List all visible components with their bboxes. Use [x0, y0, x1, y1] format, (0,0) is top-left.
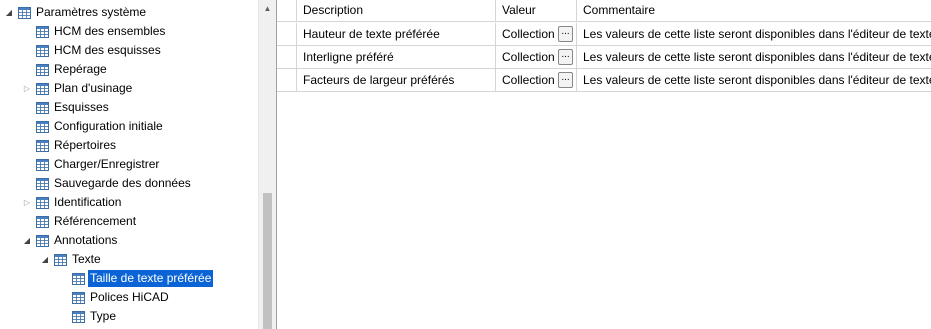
tree-item[interactable]: Référencement	[22, 212, 138, 231]
expanded-triangle-icon[interactable]: ◢	[22, 231, 32, 250]
row-header[interactable]	[277, 46, 297, 68]
tree-item[interactable]: Répertoires	[22, 136, 118, 155]
grid-header: Description Valeur Commentaire	[277, 0, 931, 22]
tree-item-label: Sauvegarde des données	[54, 176, 191, 190]
tree-item-label: Configuration initiale	[54, 119, 163, 133]
column-header-value[interactable]: Valeur	[496, 0, 577, 21]
table-icon	[72, 272, 85, 285]
cell-comment: Les valeurs de cette liste seront dispon…	[583, 73, 931, 87]
table-icon	[36, 44, 49, 57]
table-icon	[72, 310, 85, 323]
table-icon	[36, 234, 49, 247]
tree-item[interactable]: ◢ Annotations	[22, 231, 119, 250]
table-icon	[36, 215, 49, 228]
tree-item[interactable]: HCM des esquisses	[22, 41, 163, 60]
tree-item[interactable]: Taille de texte préférée	[58, 269, 214, 288]
tree-item-label: Plan d'usinage	[54, 81, 133, 95]
tree-item[interactable]: Repérage	[22, 60, 109, 79]
tree-item-label: Polices HiCAD	[90, 290, 169, 304]
table-icon	[36, 139, 49, 152]
collapsed-triangle-icon[interactable]: ▷	[22, 79, 32, 98]
tree-item[interactable]: Esquisses	[22, 98, 111, 117]
table-icon	[72, 291, 85, 304]
tree-item-label: Esquisses	[54, 100, 109, 114]
tree-item[interactable]: ◢ Paramètres système	[4, 3, 148, 22]
header-corner	[277, 0, 297, 21]
cell-comment: Les valeurs de cette liste seront dispon…	[583, 27, 931, 41]
row-header[interactable]	[277, 69, 297, 91]
table-row[interactable]: Facteurs de largeur préférés Collection..…	[277, 69, 931, 92]
table-icon	[36, 196, 49, 209]
tree-item-label: Paramètres système	[36, 5, 147, 19]
settings-tree: ◢ Paramètres système HCM des ensembles HCM …	[0, 0, 258, 329]
column-header-comment[interactable]: Commentaire	[577, 0, 931, 21]
table-icon	[36, 158, 49, 171]
tree-scrollbar[interactable]: ▲	[258, 0, 276, 329]
tree-item-label: Type	[90, 309, 117, 323]
properties-grid: Description Valeur Commentaire Hauteur d…	[276, 0, 931, 329]
collapsed-triangle-icon[interactable]: ▷	[22, 193, 32, 212]
table-icon	[36, 101, 49, 114]
tree-item[interactable]: HCM des ensembles	[22, 22, 167, 41]
cell-value-text: Collection	[502, 27, 555, 41]
cell-value[interactable]: Collection...	[496, 23, 577, 45]
table-icon	[36, 120, 49, 133]
cell-comment: Les valeurs de cette liste seront dispon…	[583, 50, 931, 64]
tree-item-label: Charger/Enregistrer	[54, 157, 160, 171]
scroll-up-arrow-icon[interactable]: ▲	[259, 0, 276, 17]
cell-description: Facteurs de largeur préférés	[297, 69, 496, 91]
table-row[interactable]: Interligne préféré Collection... Les valeu…	[277, 46, 931, 69]
table-icon	[36, 25, 49, 38]
column-header-description[interactable]: Description	[297, 0, 496, 21]
tree-item-label: Identification	[54, 195, 122, 209]
edit-collection-button[interactable]: ...	[558, 72, 573, 88]
tree-item[interactable]: ◢ Texte	[40, 250, 103, 269]
scroll-thumb[interactable]	[263, 193, 272, 329]
tree-item[interactable]: Sauvegarde des données	[22, 174, 193, 193]
expanded-triangle-icon[interactable]: ◢	[4, 3, 14, 22]
cell-value[interactable]: Collection...	[496, 69, 577, 91]
tree-item[interactable]: Type	[58, 307, 118, 326]
cell-value[interactable]: Collection...	[496, 46, 577, 68]
table-icon	[54, 253, 67, 266]
tree-item[interactable]: Configuration initiale	[22, 117, 165, 136]
tree-item-label: HCM des esquisses	[54, 43, 161, 57]
tree-item-label: Taille de texte préférée	[88, 270, 214, 287]
table-icon	[36, 63, 49, 76]
cell-value-text: Collection	[502, 73, 555, 87]
cell-description: Interligne préféré	[297, 46, 496, 68]
table-icon	[18, 6, 31, 19]
table-icon	[36, 82, 49, 95]
tree-item-label: Répertoires	[54, 138, 117, 152]
tree-item[interactable]: ▷ Identification	[22, 193, 123, 212]
tree-item-label: Annotations	[54, 233, 118, 247]
tree-item-label: Texte	[72, 252, 101, 266]
row-header[interactable]	[277, 23, 297, 45]
tree-item[interactable]: Charger/Enregistrer	[22, 155, 161, 174]
tree-item-label: Repérage	[54, 62, 107, 76]
edit-collection-button[interactable]: ...	[558, 26, 573, 42]
table-row[interactable]: Hauteur de texte préférée Collection... Le…	[277, 23, 931, 46]
cell-description: Hauteur de texte préférée	[297, 23, 496, 45]
cell-value-text: Collection	[502, 50, 555, 64]
tree-item[interactable]: ▷ Plan d'usinage	[22, 79, 134, 98]
tree-item-label: Référencement	[54, 214, 137, 228]
table-icon	[36, 177, 49, 190]
edit-collection-button[interactable]: ...	[558, 49, 573, 65]
tree-item-label: HCM des ensembles	[54, 24, 166, 38]
tree-item[interactable]: Polices HiCAD	[58, 288, 171, 307]
expanded-triangle-icon[interactable]: ◢	[40, 250, 50, 269]
